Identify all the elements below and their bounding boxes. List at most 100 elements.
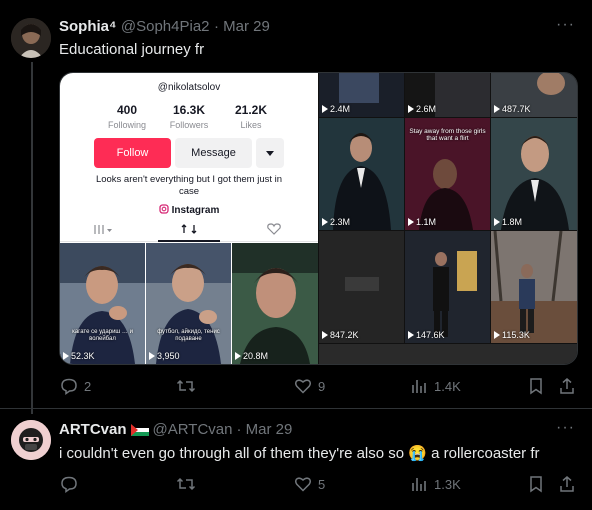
- video-views-count: 3,950: [157, 351, 180, 361]
- tweet2-author-handle[interactable]: @ARTCvan: [153, 421, 233, 438]
- video-views: 147.6K: [408, 330, 445, 340]
- tweet2-text: i couldn't even go through all of them t…: [59, 444, 540, 462]
- profile-tabs: [60, 219, 318, 242]
- play-icon: [408, 105, 414, 113]
- play-icon: [408, 331, 414, 339]
- reply-icon: [61, 476, 77, 493]
- video-thumbnail: 147.6K: [405, 231, 490, 343]
- share-icon: [560, 378, 574, 394]
- artcvan-avatar-image: [11, 420, 51, 460]
- instagram-label: Instagram: [171, 205, 220, 216]
- video-views: 2.3M: [322, 217, 350, 227]
- like-button[interactable]: 9: [294, 377, 325, 395]
- followers-label: Followers: [169, 120, 209, 130]
- sophia-avatar[interactable]: [11, 18, 51, 58]
- video-thumbnail: 847.2K: [319, 231, 404, 343]
- tweet1-author-name[interactable]: Sophia⁴: [59, 18, 116, 35]
- share-button[interactable]: [558, 475, 576, 493]
- tiktok-profile-panel: @nikolatsolov 400 Following 16.3K Follow…: [60, 73, 318, 364]
- video-caption: футбол, айкидо, тенис подаване: [157, 329, 220, 342]
- like-count: 5: [318, 476, 326, 492]
- bookmark-button[interactable]: [528, 377, 544, 395]
- video-thumbnail-image: [60, 243, 145, 364]
- tweet2-date[interactable]: · Mar 29: [237, 421, 293, 438]
- videos-tab-icon: [94, 225, 112, 234]
- video-thumbnail-image: [232, 243, 318, 364]
- video-views-count: 2.3M: [330, 217, 351, 227]
- liked-tab-icon: [267, 223, 281, 235]
- video-views-count: 487.7K: [502, 104, 531, 114]
- instagram-link: Instagram: [60, 204, 318, 216]
- video-thumbnail: 115.3K: [491, 231, 577, 343]
- video-views-count: 20.8M: [243, 351, 269, 361]
- video-thumbnail: 20.8M: [232, 243, 318, 364]
- video-views: 487.7K: [494, 104, 531, 114]
- tweet1-date[interactable]: · Mar 29: [214, 18, 270, 35]
- play-icon: [322, 331, 328, 339]
- video-thumbnail: 2.6M: [405, 73, 490, 117]
- following-label: Following: [107, 120, 147, 130]
- video-views: 52.3K: [63, 351, 95, 361]
- bookmark-button[interactable]: [528, 475, 544, 493]
- video-caption: кагате се удариш … и волейбал: [72, 329, 133, 342]
- views-button[interactable]: 1.3K: [410, 475, 461, 493]
- views-chart-icon: [412, 380, 426, 393]
- followers-stat: 16.3K Followers: [154, 103, 224, 130]
- tab-indicator: [158, 240, 220, 242]
- like-button[interactable]: 5: [294, 475, 325, 493]
- video-caption: Stay away from those girls that want a f…: [409, 128, 486, 142]
- heart-icon: [294, 379, 312, 394]
- share-button[interactable]: [558, 377, 576, 395]
- video-views: 1.8M: [494, 217, 522, 227]
- video-views: 2.4M: [322, 104, 350, 114]
- views-count: 1.4K: [434, 378, 461, 394]
- video-thumbnail: Stay away from those girls that want a f…: [405, 118, 490, 230]
- sophia-avatar-image: [11, 18, 51, 58]
- bookmark-icon: [530, 476, 542, 493]
- video-views: 3,950: [149, 351, 180, 361]
- tweet1-media-image[interactable]: @nikolatsolov 400 Following 16.3K Follow…: [59, 72, 578, 365]
- reply-button[interactable]: 2: [60, 377, 91, 395]
- video-views-count: 147.6K: [416, 330, 445, 340]
- video-views: 115.3K: [494, 330, 530, 340]
- tweet1-more-icon[interactable]: ···: [556, 16, 575, 34]
- video-row-partial: [319, 344, 577, 364]
- instagram-icon: [158, 204, 169, 214]
- video-views-count: 1.1M: [416, 217, 437, 227]
- video-views: 20.8M: [235, 351, 268, 361]
- tweet2-more-icon[interactable]: ···: [556, 419, 575, 437]
- play-icon: [322, 218, 328, 226]
- likes-stat: 21.2K Likes: [216, 103, 286, 130]
- artcvan-avatar[interactable]: [11, 420, 51, 460]
- views-button[interactable]: 1.4K: [410, 377, 461, 395]
- followers-count: 16.3K: [172, 103, 206, 117]
- reply-button[interactable]: [60, 475, 78, 493]
- views-chart-icon: [412, 478, 426, 491]
- repost-button[interactable]: [176, 475, 196, 493]
- following-stat: 400 Following: [92, 103, 162, 130]
- repost-button[interactable]: [176, 377, 196, 395]
- bookmark-icon: [530, 378, 542, 395]
- video-thumbnail: кагате се удариш … и волейбал 52.3K: [60, 243, 145, 364]
- like-count: 9: [318, 378, 326, 394]
- play-icon: [408, 218, 414, 226]
- video-views: 1.1M: [408, 217, 436, 227]
- play-icon: [149, 352, 155, 360]
- video-thumbnail: 1.8M: [491, 118, 577, 230]
- tweet2-text-start: i couldn't even go through all of them t…: [59, 445, 405, 462]
- dropdown-button: [256, 138, 284, 168]
- follow-button: Follow: [94, 138, 171, 168]
- play-icon: [63, 352, 69, 360]
- reply-count: 2: [84, 378, 92, 394]
- video-views: 2.6M: [408, 104, 436, 114]
- loudly-crying-emoji: 😭: [408, 445, 427, 462]
- message-button: Message: [175, 138, 252, 168]
- following-count: 400: [116, 103, 138, 117]
- play-icon: [494, 105, 500, 113]
- caret-down-icon: [266, 151, 274, 156]
- tweet2-text-end: a rollercoaster fr: [431, 445, 540, 462]
- tweet2-author-name[interactable]: ARTCvan: [59, 421, 127, 438]
- video-thumbnail-image: [491, 231, 577, 343]
- tweet1-author-handle[interactable]: @Soph4Pia2: [121, 18, 210, 35]
- tweet2-header: ARTCvan @ARTCvan · Mar 29: [59, 421, 292, 438]
